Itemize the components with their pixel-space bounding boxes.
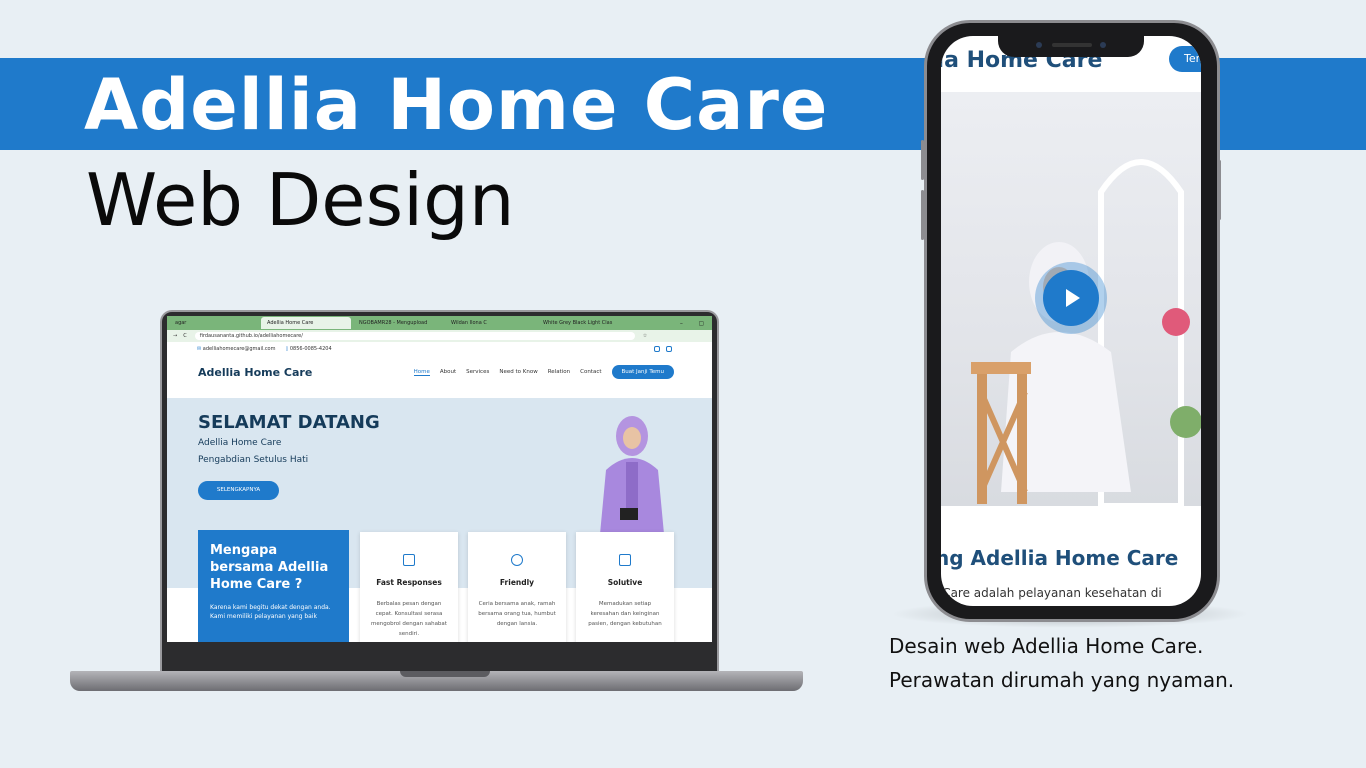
phone-screen: lia Home Care Tem ng Adellia Home Care e… [941, 36, 1201, 606]
why-us-text: Karena kami begitu dekat dengan anda. Ka… [210, 604, 331, 620]
reload-icon[interactable]: C [183, 333, 187, 339]
appointment-button[interactable]: Buat Janji Temu [611, 365, 674, 379]
box-icon [511, 554, 523, 566]
learn-more-button[interactable]: SELENGKAPNYA [198, 481, 279, 500]
window-controls: – ▢ [672, 320, 712, 327]
why-us-title: Mengapa bersama Adellia Home Care ? [210, 543, 329, 592]
nav-home[interactable]: Home [413, 369, 430, 376]
feature-text: Berbalas pesan dengan cepat. Konsultasi … [371, 601, 447, 637]
news-icon [403, 554, 415, 566]
feature-card[interactable]: Solutive Memadukan setiap keresahan dan … [576, 532, 674, 642]
site-navbar: Adellia Home Care Home About Services Ne… [167, 356, 712, 388]
feature-text: Memadukan setiap keresahan dan keinginan… [588, 601, 662, 627]
contact-phone[interactable]: 0856-0085-4204 [290, 346, 332, 352]
sensor-icon [1100, 42, 1106, 48]
feature-card[interactable]: Fast Responses Berbalas pesan dengan cep… [360, 532, 458, 642]
browser-tab-bar: agar Adellia Home Care NGOBAMR28 - Mengu… [167, 316, 712, 330]
nav-contact[interactable]: Contact [580, 369, 601, 375]
feature-card[interactable]: Friendly Ceria bersama anak, ramah bersa… [468, 532, 566, 642]
linkedin-icon[interactable] [666, 346, 672, 352]
nav-links: Home About Services Need to Know Relatio… [404, 365, 674, 379]
caption-line-2: Perawatan dirumah yang nyaman. [889, 668, 1235, 692]
nurse-illustration [600, 416, 664, 534]
browser-tab[interactable]: White Grey Black Light Clas [537, 317, 627, 329]
maximize-icon[interactable]: ▢ [698, 320, 704, 327]
nav-services[interactable]: Services [466, 369, 489, 375]
url-field[interactable]: firdausananta.github.io/adelliahomecare/ [194, 332, 635, 340]
caption-line-1: Desain web Adellia Home Care. [889, 634, 1204, 658]
nav-about[interactable]: About [440, 369, 456, 375]
star-icon[interactable]: ☆ [643, 333, 647, 339]
phone-section-heading: ng Adellia Home Care [941, 546, 1179, 570]
phone-appointment-button[interactable]: Tem [1169, 46, 1201, 72]
nurse-photo [941, 92, 1201, 509]
camera-icon [1036, 42, 1042, 48]
browser-tab[interactable]: Wildan Ilona C [445, 317, 535, 329]
back-icon[interactable]: → [173, 333, 177, 339]
browser-tab-active[interactable]: Adellia Home Care [261, 317, 351, 329]
minimize-icon[interactable]: – [680, 320, 683, 327]
nav-need-to-know[interactable]: Need to Know [499, 369, 537, 375]
contact-bar: ✉ adelliahomecare@gmail.com ▯ 0856-0085-… [167, 342, 712, 356]
page-subtitle: Web Design [86, 158, 515, 242]
site-logo[interactable]: Adellia Home Care [198, 366, 312, 379]
feature-text: Ceria bersama anak, ramah bersama orang … [478, 601, 556, 627]
hero-tagline-2: Pengabdian Setulus Hati [198, 455, 309, 465]
nav-relation[interactable]: Relation [548, 369, 570, 375]
play-video-button[interactable] [1035, 262, 1107, 334]
laptop-screen: agar Adellia Home Care NGOBAMR28 - Mengu… [167, 316, 712, 642]
browser-tab[interactable]: NGOBAMR28 - Mengupload [353, 317, 443, 329]
speaker-grille [1052, 43, 1092, 47]
address-bar: → C firdausananta.github.io/adelliahomec… [167, 330, 712, 342]
play-icon [1043, 270, 1099, 326]
page-title: Adellia Home Care [84, 64, 829, 146]
contact-email[interactable]: adelliahomecare@gmail.com [203, 346, 276, 352]
browser-tab[interactable]: agar [169, 317, 259, 329]
laptop-trackpad-notch [400, 671, 490, 677]
welcome-heading: SELAMAT DATANG [198, 412, 380, 433]
images-icon [619, 554, 631, 566]
feature-title: Fast Responses [376, 578, 442, 587]
hero-tagline-1: Adellia Home Care [198, 438, 282, 448]
feature-title: Friendly [499, 578, 535, 587]
phone-section-text: e Care adalah pelayanan kesehatan di [941, 586, 1162, 600]
instagram-icon[interactable] [654, 346, 660, 352]
social-links [648, 346, 672, 352]
feature-title: Solutive [607, 578, 643, 587]
why-us-box: Mengapa bersama Adellia Home Care ? Kare… [198, 530, 349, 642]
